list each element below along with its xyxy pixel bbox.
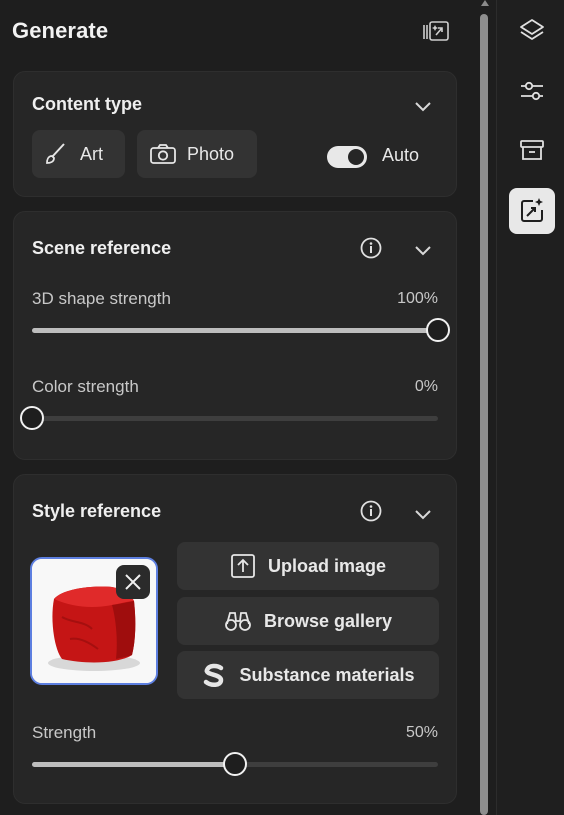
upload-image-button[interactable]: Upload image xyxy=(177,542,439,590)
slider-track xyxy=(32,416,438,421)
chevron-down-icon[interactable] xyxy=(414,508,432,520)
slider-thumb[interactable] xyxy=(20,406,44,430)
art-label: Art xyxy=(80,143,104,164)
substance-icon xyxy=(204,663,224,687)
content-type-title: Content type xyxy=(32,94,142,114)
upload-icon xyxy=(231,554,255,578)
layers-button[interactable] xyxy=(509,8,555,54)
scene-reference-card: Scene reference 3D shape strength 100% C… xyxy=(13,211,457,460)
strength-slider[interactable] xyxy=(32,752,438,776)
art-button[interactable]: Art xyxy=(32,130,125,178)
slider-fill xyxy=(32,328,438,333)
auto-toggle[interactable] xyxy=(327,146,367,168)
substance-materials-button[interactable]: Substance materials xyxy=(177,651,439,699)
adjustments-icon xyxy=(521,81,543,101)
panel-expand-icon[interactable] xyxy=(422,20,450,44)
browse-gallery-label: Browse gallery xyxy=(263,610,393,631)
toggle-knob xyxy=(348,149,364,165)
generate-image-button[interactable] xyxy=(509,188,555,234)
chevron-down-icon[interactable] xyxy=(414,100,432,112)
scrollbar[interactable] xyxy=(478,0,492,815)
color-strength-slider[interactable] xyxy=(20,406,438,430)
scene-reference-title: Scene reference xyxy=(32,238,172,258)
color-strength-label: Color strength xyxy=(32,377,139,396)
photo-label: Photo xyxy=(187,143,235,164)
slider-thumb[interactable] xyxy=(223,752,247,776)
panel-header: Generate xyxy=(12,18,464,54)
binoculars-icon xyxy=(225,612,251,631)
info-icon[interactable] xyxy=(360,237,382,259)
browse-gallery-button[interactable]: Browse gallery xyxy=(177,597,439,645)
shape-strength-value: 100% xyxy=(397,290,438,307)
layers-icon xyxy=(520,19,544,40)
close-icon xyxy=(125,574,141,590)
photo-button[interactable]: Photo xyxy=(137,130,257,178)
adjustments-button[interactable] xyxy=(509,68,555,114)
scrollbar-thumb[interactable] xyxy=(480,14,488,815)
shape-strength-slider[interactable] xyxy=(32,318,450,342)
style-reference-thumbnail[interactable] xyxy=(30,557,158,685)
remove-image-button[interactable] xyxy=(116,565,150,599)
slider-fill xyxy=(32,762,235,767)
archive-icon xyxy=(520,140,544,160)
slider-thumb[interactable] xyxy=(426,318,450,342)
substance-materials-label: Substance materials xyxy=(239,664,415,685)
upload-image-label: Upload image xyxy=(267,555,387,576)
style-reference-card: Style reference Upload image Browse gall… xyxy=(13,474,457,804)
panel-title: Generate xyxy=(12,18,109,43)
content-type-card: Content type Art Photo Auto xyxy=(13,71,457,197)
brush-icon xyxy=(46,143,65,164)
strength-label: Strength xyxy=(32,723,97,742)
generate-image-icon xyxy=(521,198,543,222)
scroll-up-arrow[interactable] xyxy=(481,0,489,6)
chevron-down-icon[interactable] xyxy=(414,244,432,256)
archive-button[interactable] xyxy=(509,127,555,173)
auto-label: Auto xyxy=(382,145,420,165)
style-reference-title: Style reference xyxy=(32,501,162,521)
strength-value: 50% xyxy=(405,724,438,741)
color-strength-value: 0% xyxy=(414,378,438,395)
camera-icon xyxy=(150,144,176,164)
generate-panel: Generate Content type Art Photo Auto Sce… xyxy=(0,0,476,815)
shape-strength-label: 3D shape strength xyxy=(32,289,171,308)
tool-rail xyxy=(497,0,564,815)
info-icon[interactable] xyxy=(360,500,382,522)
